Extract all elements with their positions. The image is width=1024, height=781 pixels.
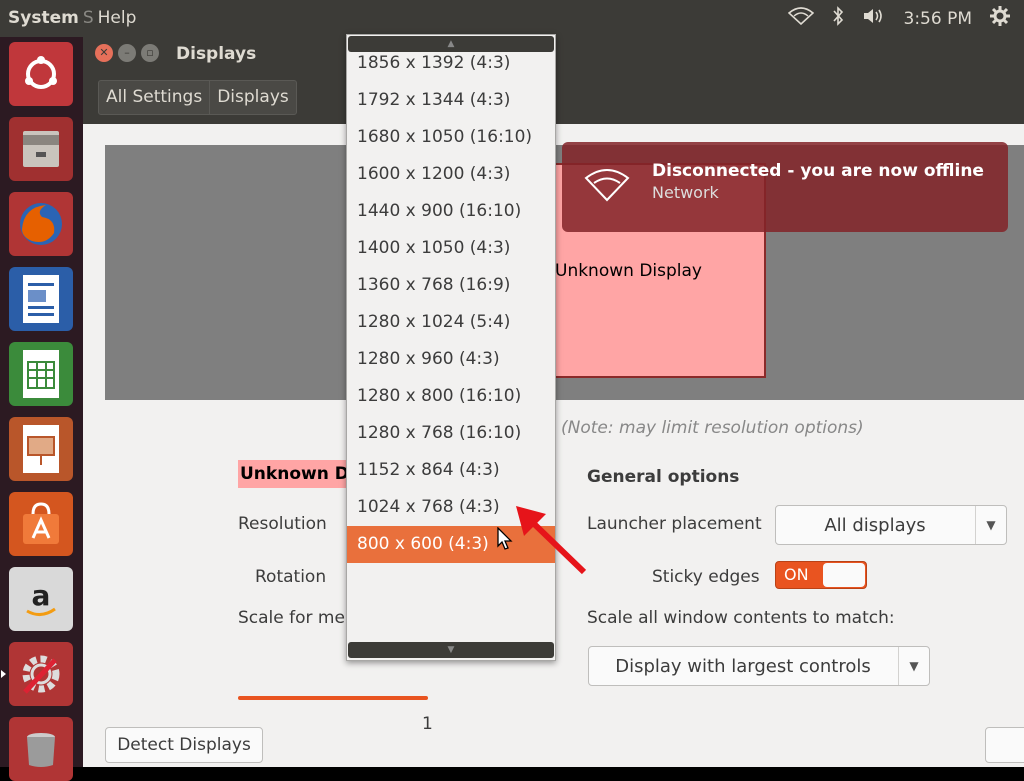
scale-all-value: Display with largest controls [615,656,871,677]
top-panel: System S Help 3:56 PM [0,0,1024,37]
display-name: Unknown Di [238,460,357,488]
impress-icon[interactable] [9,417,73,481]
launcher-placement-label: Launcher placement [587,514,762,534]
resolution-option[interactable]: 1680 x 1050 (16:10) [347,119,555,156]
resolution-list: 1856 x 1392 (4:3) 1792 x 1344 (4:3) 1680… [347,45,555,563]
breadcrumb: All Settings Displays [98,80,297,115]
close-button[interactable]: ✕ [95,44,113,62]
resolution-option[interactable]: 1280 x 1024 (5:4) [347,304,555,341]
clock[interactable]: 3:56 PM [904,9,973,29]
detect-displays-button[interactable]: Detect Displays [105,727,263,763]
calc-icon[interactable] [9,342,73,406]
breadcrumb-all-settings[interactable]: All Settings [99,81,211,114]
chevron-down-icon: ▼ [975,506,1006,544]
breadcrumb-displays[interactable]: Displays [210,81,296,114]
resolution-option[interactable]: 1600 x 1200 (4:3) [347,156,555,193]
scale-label: Scale for me [238,608,345,628]
wifi-icon [584,168,630,206]
scale-all-select[interactable]: Display with largest controls ▼ [588,646,930,686]
bluetooth-icon[interactable] [832,6,844,31]
scale-slider[interactable] [238,696,428,700]
resolution-option[interactable]: 1440 x 900 (16:10) [347,193,555,230]
resolution-option[interactable]: 1360 x 768 (16:9) [347,267,555,304]
volume-icon[interactable] [862,7,886,30]
switch-knob [823,563,865,587]
menu-help[interactable]: Help [98,8,137,28]
chevron-down-icon: ▼ [898,647,929,685]
notification-subtitle: Network [652,183,719,202]
resolution-note: (Note: may limit resolution options) [561,418,864,438]
maximize-button[interactable]: ▫ [141,44,159,62]
software-center-icon[interactable] [9,492,73,556]
writer-icon[interactable] [9,267,73,331]
resolution-option[interactable]: 1400 x 1050 (4:3) [347,230,555,267]
files-icon[interactable] [9,117,73,181]
menu-bar: System S Help [8,8,140,28]
switch-state: ON [784,565,809,584]
resolution-option[interactable]: 1152 x 864 (4:3) [347,452,555,489]
gear-icon[interactable] [990,6,1010,31]
resolution-option[interactable]: 1280 x 768 (16:10) [347,415,555,452]
launcher-placement-value: All displays [824,515,926,536]
scroll-up-arrow[interactable]: ▲ [348,36,554,52]
annotation-arrow [510,500,590,584]
sticky-edges-switch[interactable]: ON [775,561,867,589]
monitor-label: Unknown Display [555,261,702,281]
rotation-label: Rotation [255,567,327,587]
network-notification: Disconnected - you are now offline Netwo… [562,142,1008,232]
general-options-heading: General options [587,467,740,487]
wifi-icon[interactable] [787,7,814,30]
scroll-down-arrow[interactable]: ▼ [348,642,554,658]
resolution-option[interactable]: 1280 x 960 (4:3) [347,341,555,378]
svg-text:a: a [32,579,51,612]
scale-all-label: Scale all window contents to match: [587,608,895,628]
apply-button[interactable] [985,727,1024,763]
ubuntu-dash-icon[interactable] [9,42,73,106]
firefox-icon[interactable] [9,192,73,256]
trash-icon[interactable] [9,717,73,781]
resolution-option[interactable]: 1792 x 1344 (4:3) [347,82,555,119]
sticky-edges-label: Sticky edges [652,567,760,587]
menu-separator: S [82,8,94,28]
resolution-label: Resolution [238,514,327,534]
resolution-option[interactable]: 1280 x 800 (16:10) [347,378,555,415]
minimize-button[interactable]: – [118,44,136,62]
scale-value: 1 [422,714,433,734]
amazon-icon[interactable]: a [9,567,73,631]
launcher: a [0,37,83,781]
system-settings-icon[interactable] [1,642,73,706]
notification-title: Disconnected - you are now offline [652,161,984,181]
launcher-placement-select[interactable]: All displays ▼ [775,505,1007,545]
menu-system[interactable]: System [8,8,79,28]
system-tray: 3:56 PM [787,6,1010,31]
window-title: Displays [176,44,257,64]
